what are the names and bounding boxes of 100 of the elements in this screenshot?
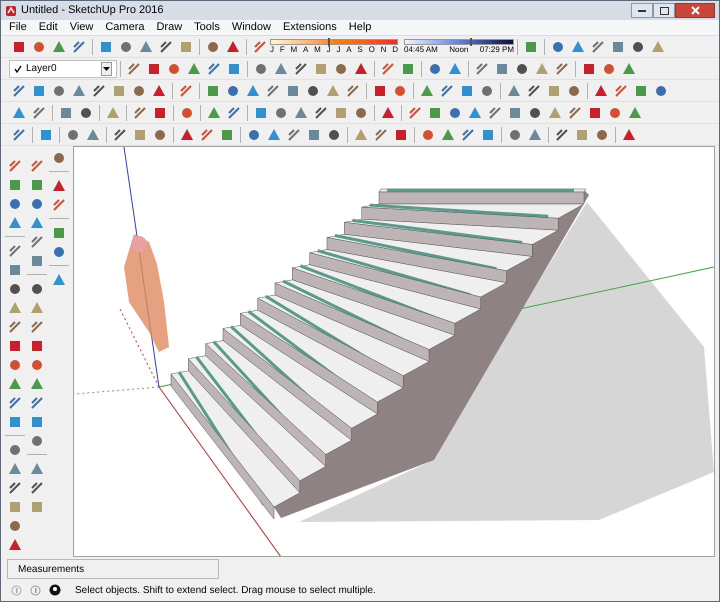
slash-icon[interactable] (286, 126, 302, 142)
slash-icon[interactable] (51, 196, 67, 212)
slash-icon[interactable] (554, 126, 570, 142)
slash-icon[interactable] (71, 38, 87, 54)
triangle-icon[interactable] (593, 82, 609, 98)
triangle-icon[interactable] (206, 104, 222, 120)
slash-icon[interactable] (7, 480, 23, 496)
triangle-icon[interactable] (293, 104, 309, 120)
date-slider[interactable] (270, 38, 398, 44)
slash-icon[interactable] (11, 82, 27, 98)
slash-icon[interactable] (252, 38, 268, 54)
slash-icon[interactable] (373, 126, 389, 142)
triangle-icon[interactable] (11, 104, 27, 120)
triangle-icon[interactable] (51, 178, 67, 194)
slash-icon[interactable] (590, 38, 606, 54)
menu-item[interactable]: Edit (38, 19, 58, 36)
menu-item[interactable]: File (9, 19, 27, 36)
triangle-icon[interactable] (51, 272, 67, 288)
user-icon[interactable] (49, 584, 61, 596)
slash-icon[interactable] (7, 318, 23, 334)
triangle-icon[interactable] (467, 104, 483, 120)
triangle-icon[interactable] (51, 38, 67, 54)
slash-icon[interactable] (29, 480, 45, 496)
triangle-icon[interactable] (570, 38, 586, 54)
close-button[interactable] (675, 3, 715, 18)
menu-item[interactable]: View (70, 19, 94, 36)
triangle-icon[interactable] (353, 126, 369, 142)
triangle-icon[interactable] (7, 536, 23, 552)
triangle-icon[interactable] (440, 126, 456, 142)
slash-icon[interactable] (345, 82, 361, 98)
menu-item[interactable]: Camera (105, 19, 144, 36)
layer-dropdown[interactable]: Layer0 (9, 60, 117, 78)
slash-icon[interactable] (7, 242, 23, 258)
slash-icon[interactable] (439, 82, 455, 98)
triangle-icon[interactable] (179, 126, 195, 142)
slash-icon[interactable] (31, 104, 47, 120)
info-icon[interactable] (30, 584, 41, 596)
triangle-icon[interactable] (506, 82, 522, 98)
triangle-icon[interactable] (273, 60, 289, 76)
triangle-icon[interactable] (447, 60, 463, 76)
triangle-icon[interactable] (29, 460, 45, 476)
triangle-icon[interactable] (29, 214, 45, 230)
menu-item[interactable]: Draw (156, 19, 182, 36)
slash-icon[interactable] (126, 60, 142, 76)
slash-icon[interactable] (199, 126, 215, 142)
triangle-icon[interactable] (621, 60, 637, 76)
triangle-icon[interactable] (527, 126, 543, 142)
slash-icon[interactable] (226, 104, 242, 120)
triangle-icon[interactable] (266, 126, 282, 142)
slash-icon[interactable] (487, 104, 503, 120)
caret-icon[interactable] (101, 62, 112, 76)
slash-icon[interactable] (178, 82, 194, 98)
triangle-icon[interactable] (627, 104, 643, 120)
triangle-icon[interactable] (29, 376, 45, 392)
minimize-button[interactable] (631, 3, 653, 18)
slash-icon[interactable] (380, 60, 396, 76)
triangle-icon[interactable] (71, 82, 87, 98)
slash-icon[interactable] (7, 158, 23, 174)
slash-icon[interactable] (407, 104, 423, 120)
triangle-icon[interactable] (186, 60, 202, 76)
slash-icon[interactable] (29, 318, 45, 334)
slash-icon[interactable] (29, 158, 45, 174)
drawing-viewport[interactable] (73, 146, 715, 557)
slash-icon[interactable] (474, 60, 490, 76)
menu-item[interactable]: Tools (194, 19, 220, 36)
slash-icon[interactable] (29, 234, 45, 250)
triangle-icon[interactable] (105, 104, 121, 120)
time-slider[interactable] (404, 38, 514, 44)
slash-icon[interactable] (11, 126, 27, 142)
triangle-icon[interactable] (245, 82, 261, 98)
triangle-icon[interactable] (621, 126, 637, 142)
slash-icon[interactable] (29, 394, 45, 410)
slash-icon[interactable] (526, 82, 542, 98)
triangle-icon[interactable] (85, 126, 101, 142)
slash-icon[interactable] (554, 60, 570, 76)
slash-icon[interactable] (132, 104, 148, 120)
slash-icon[interactable] (112, 126, 128, 142)
maximize-button[interactable] (653, 3, 675, 18)
triangle-icon[interactable] (419, 82, 435, 98)
slash-icon[interactable] (460, 126, 476, 142)
slash-icon[interactable] (7, 394, 23, 410)
triangle-icon[interactable] (353, 60, 369, 76)
slash-icon[interactable] (313, 104, 329, 120)
triangle-icon[interactable] (7, 460, 23, 476)
slash-icon[interactable] (613, 82, 629, 98)
triangle-icon[interactable] (151, 82, 167, 98)
triangle-icon[interactable] (380, 104, 396, 120)
slash-icon[interactable] (91, 82, 107, 98)
triangle-icon[interactable] (138, 38, 154, 54)
slider-thumb[interactable] (470, 38, 472, 46)
menu-item[interactable]: Extensions (282, 19, 337, 36)
menu-item[interactable]: Window (232, 19, 271, 36)
triangle-icon[interactable] (7, 376, 23, 392)
slash-icon[interactable] (265, 82, 281, 98)
triangle-icon[interactable] (7, 214, 23, 230)
slash-icon[interactable] (567, 104, 583, 120)
slash-icon[interactable] (158, 38, 174, 54)
slash-icon[interactable] (206, 60, 222, 76)
slash-icon[interactable] (293, 60, 309, 76)
triangle-icon[interactable] (225, 38, 241, 54)
